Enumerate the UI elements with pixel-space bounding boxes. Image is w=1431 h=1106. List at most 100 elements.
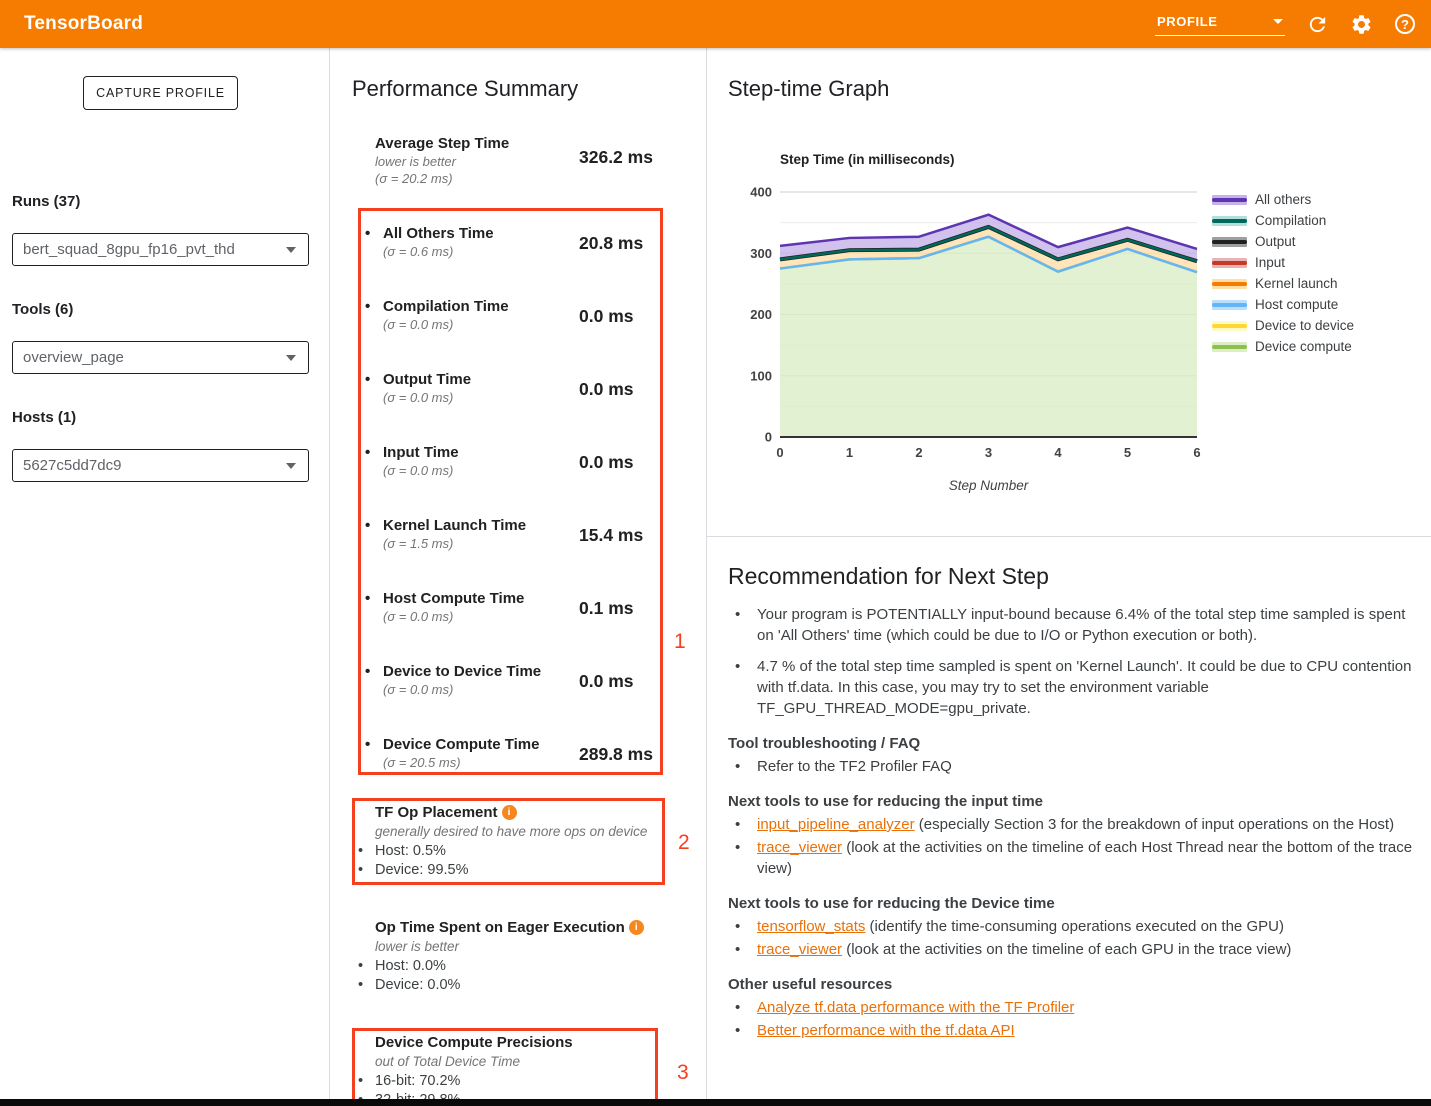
tools-dropdown-value: overview_page	[23, 349, 124, 366]
legend-item: Device to device	[1212, 315, 1354, 336]
recommendation-link[interactable]: Analyze tf.data performance with the TF …	[757, 999, 1074, 1016]
bullet-dot: •	[365, 225, 370, 242]
recommendation-item: •trace_viewer (look at the activities on…	[728, 939, 1418, 960]
recommendation-item: •tensorflow_stats (identify the time-con…	[728, 916, 1418, 937]
tf-op-placement: TF Op Placementi generally desired to ha…	[375, 804, 675, 880]
stat-note: out of Total Device Time	[375, 1054, 665, 1069]
tools-dropdown[interactable]: overview_page	[12, 341, 309, 374]
metric-value: 0.1 ms	[579, 598, 633, 619]
recommendation-heading: Recommendation for Next Step	[728, 563, 1411, 590]
metric-sigma: (σ = 0.0 ms)	[383, 463, 453, 478]
recommendation-bullets: •Your program is POTENTIALLY input-bound…	[728, 604, 1418, 719]
svg-text:1: 1	[846, 445, 853, 460]
stat-item: •Host: 0.5%	[375, 842, 675, 861]
stat-item: •Device: 99.5%	[375, 861, 675, 880]
legend-label: Input	[1255, 255, 1285, 270]
bullet-dot: •	[365, 517, 370, 534]
svg-text:3: 3	[985, 445, 992, 460]
recommendation-item: •Refer to the TF2 Profiler FAQ	[728, 756, 1418, 777]
svg-text:100: 100	[750, 368, 772, 383]
help-icon[interactable]: ?	[1393, 12, 1417, 36]
stat-note: lower is better	[375, 939, 695, 954]
refresh-icon[interactable]	[1305, 12, 1329, 36]
average-step-time-value: 326.2 ms	[579, 147, 653, 168]
recommendation-item: •input_pipeline_analyzer (especially Sec…	[728, 814, 1418, 835]
app-header: TensorBoard PROFILE ?	[0, 0, 1431, 48]
svg-text:4: 4	[1054, 445, 1062, 460]
svg-text:400: 400	[750, 185, 772, 200]
recommendation-link[interactable]: Better performance with the tf.data API	[757, 1022, 1015, 1039]
legend-item: Kernel launch	[1212, 273, 1354, 294]
metric-title: Input Time	[383, 444, 459, 461]
settings-icon[interactable]	[1349, 12, 1373, 36]
legend-label: All others	[1255, 192, 1311, 207]
metric-value: 0.0 ms	[579, 671, 633, 692]
runs-dropdown[interactable]: bert_squad_8gpu_fp16_pvt_thd	[12, 233, 309, 266]
legend-swatch	[1212, 279, 1247, 289]
bullet-dot: •	[365, 736, 370, 753]
recommendation-section-title: Next tools to use for reducing the Devic…	[728, 893, 1418, 914]
info-icon[interactable]: i	[502, 805, 517, 820]
metric-title: Host Compute Time	[383, 590, 524, 607]
metric-sigma: (σ = 0.6 ms)	[383, 244, 453, 259]
app-title: TensorBoard	[24, 13, 143, 35]
hosts-label: Hosts (1)	[12, 409, 76, 426]
metric-value: 289.8 ms	[579, 744, 653, 765]
metric-sigma: (σ = 20.5 ms)	[383, 755, 461, 770]
metric-title: Compilation Time	[383, 298, 509, 315]
hosts-dropdown[interactable]: 5627c5dd7dc9	[12, 449, 309, 482]
recommendation-sections: Tool troubleshooting / FAQ•Refer to the …	[728, 733, 1418, 1041]
runs-dropdown-value: bert_squad_8gpu_fp16_pvt_thd	[23, 241, 235, 258]
chevron-down-icon	[286, 463, 296, 469]
legend-label: Device to device	[1255, 318, 1354, 333]
stat-title: TF Op Placementi	[375, 804, 675, 821]
svg-text:Step Time (in milliseconds): Step Time (in milliseconds)	[780, 152, 955, 167]
annotation-label-2: 2	[678, 831, 690, 855]
legend-item: All others	[1212, 189, 1354, 210]
chevron-down-icon	[286, 247, 296, 253]
metric-title: Average Step Time	[375, 135, 509, 153]
metric-title: Device to Device Time	[383, 663, 541, 680]
legend-swatch	[1212, 216, 1247, 226]
metric-title: Output Time	[383, 371, 471, 388]
recommendation-link[interactable]: tensorflow_stats	[757, 918, 865, 935]
bullet-dot: •	[365, 444, 370, 461]
svg-text:300: 300	[750, 246, 772, 261]
metric-sigma: (σ = 20.2 ms)	[375, 170, 509, 187]
legend-item: Compilation	[1212, 210, 1354, 231]
recommendation-link[interactable]: trace_viewer	[757, 941, 842, 958]
stat-item: •16-bit: 70.2%	[375, 1072, 665, 1091]
tensorboard-profile-page: TensorBoard PROFILE ? CAPTURE PROFILE Ru…	[0, 0, 1431, 1106]
recommendation-link[interactable]: input_pipeline_analyzer	[757, 816, 915, 833]
header-controls: PROFILE ?	[1155, 0, 1417, 48]
hosts-dropdown-value: 5627c5dd7dc9	[23, 457, 121, 474]
eager-execution: Op Time Spent on Eager Executioni lower …	[375, 919, 695, 995]
recommendation-item: •Analyze tf.data performance with the TF…	[728, 997, 1418, 1018]
svg-text:200: 200	[750, 307, 772, 322]
info-icon[interactable]: i	[629, 920, 644, 935]
legend-label: Device compute	[1255, 339, 1352, 354]
metric-sigma: (σ = 1.5 ms)	[383, 536, 453, 551]
right-panel: Step-time Graph Step Time (in millisecon…	[707, 48, 1431, 1099]
average-step-time: Average Step Time lower is better (σ = 2…	[375, 135, 509, 187]
metric-value: 20.8 ms	[579, 233, 643, 254]
dashboard-selector[interactable]: PROFILE	[1155, 12, 1285, 36]
capture-profile-button[interactable]: CAPTURE PROFILE	[83, 76, 238, 110]
stat-title: Op Time Spent on Eager Executioni	[375, 919, 695, 936]
recommendation-section-title: Next tools to use for reducing the input…	[728, 791, 1418, 812]
annotation-label-1: 1	[674, 630, 686, 654]
metric-value: 0.0 ms	[579, 452, 633, 473]
chart-legend: All othersCompilationOutputInputKernel l…	[1212, 189, 1354, 357]
legend-label: Host compute	[1255, 297, 1338, 312]
performance-summary-panel: Performance Summary Average Step Time lo…	[330, 48, 707, 1099]
step-time-graph-heading: Step-time Graph	[728, 76, 889, 102]
svg-text:0: 0	[776, 445, 783, 460]
legend-swatch	[1212, 258, 1247, 268]
help-icon-glyph: ?	[1395, 14, 1415, 34]
svg-text:5: 5	[1124, 445, 1131, 460]
recommendation-link[interactable]: trace_viewer	[757, 839, 842, 856]
metric-value: 0.0 ms	[579, 306, 633, 327]
bullet-dot: •	[365, 590, 370, 607]
step-time-chart: Step Time (in milliseconds) 0 100 200 300 400…	[733, 148, 1293, 508]
metric-title: Kernel Launch Time	[383, 517, 526, 534]
